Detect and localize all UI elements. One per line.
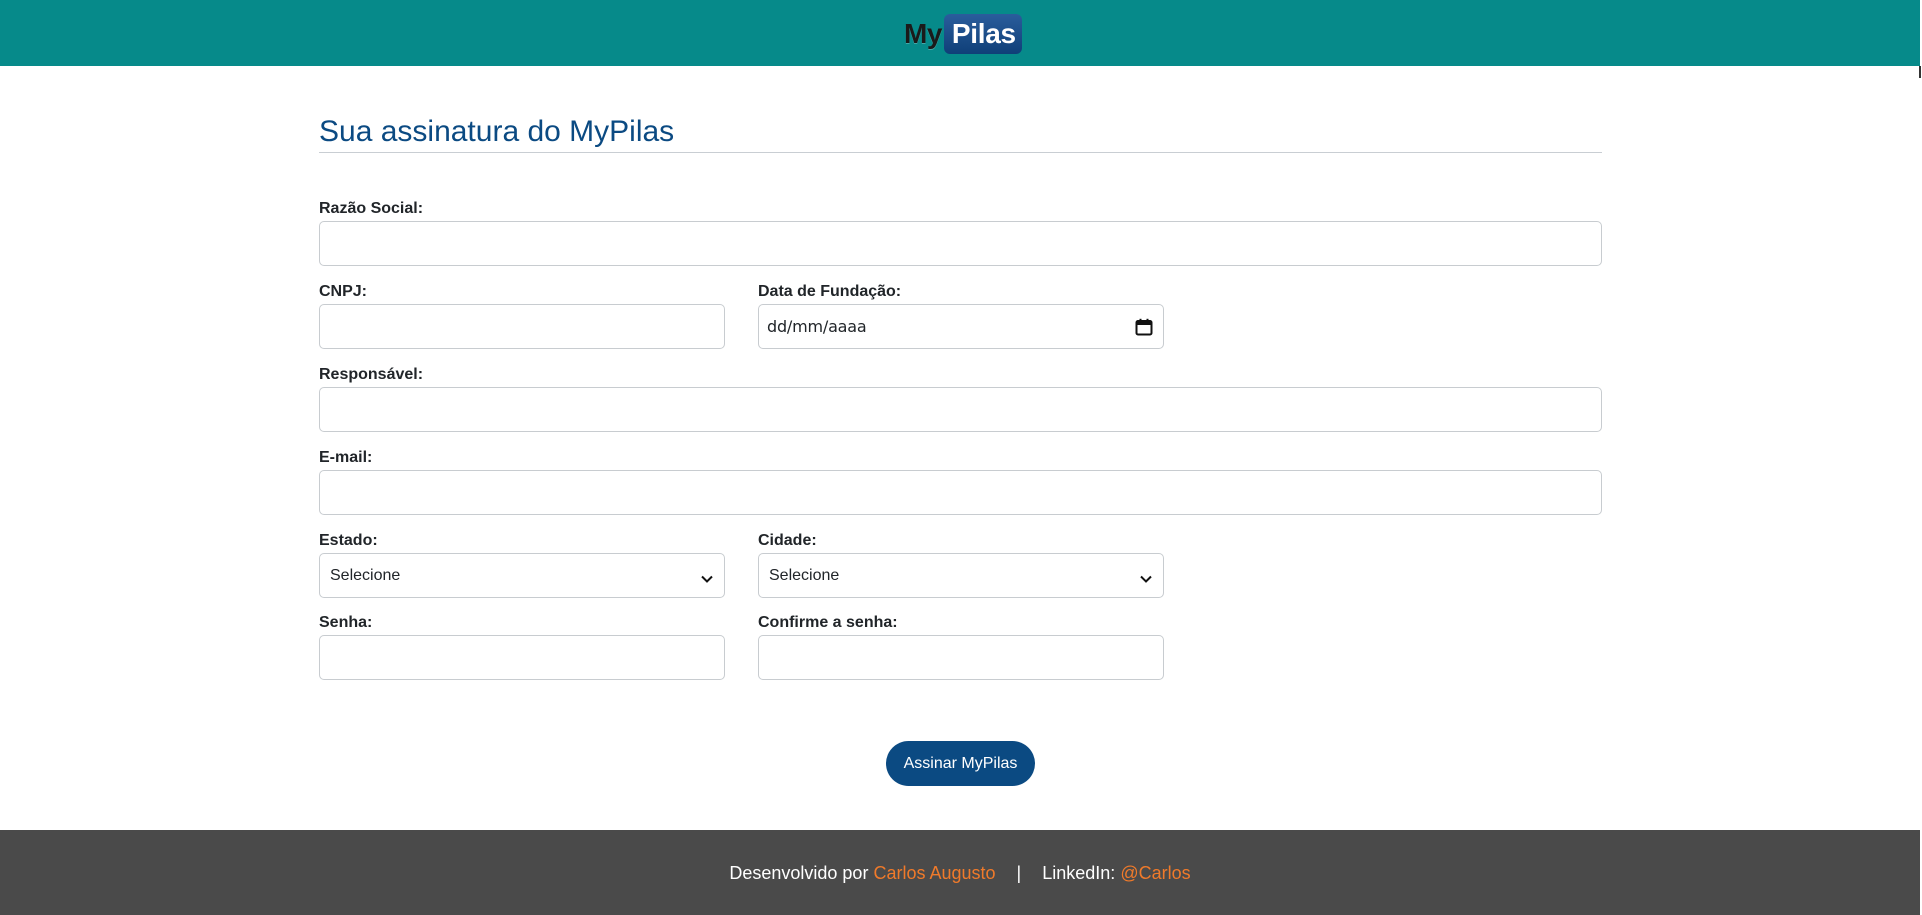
estado-label: Estado:: [319, 532, 378, 549]
estado-selected-value: Selecione: [330, 566, 401, 584]
cnpj-label: CNPJ:: [319, 283, 368, 300]
date-placeholder: dd/mm/aaaa: [767, 317, 867, 336]
responsavel-label: Responsável:: [319, 366, 424, 383]
footer-separator: |: [1016, 863, 1022, 883]
razao-social-label: Razão Social:: [319, 200, 424, 217]
calendar-icon[interactable]: [1135, 318, 1153, 336]
email-label: E-mail:: [319, 449, 373, 466]
footer-credits: Desenvolvido por Carlos Augusto | Linked…: [0, 862, 1920, 884]
page-title: Sua assinatura do MyPilas: [319, 115, 675, 148]
email-input[interactable]: [319, 470, 1602, 515]
responsavel-input[interactable]: [319, 387, 1602, 432]
title-divider: [319, 152, 1602, 153]
data-fundacao-input[interactable]: dd/mm/aaaa: [758, 304, 1164, 349]
confirme-senha-label: Confirme a senha:: [758, 614, 898, 631]
top-header: My Pilas: [0, 0, 1920, 66]
mypilas-logo[interactable]: My Pilas: [904, 14, 1022, 54]
logo-pilas-text: Pilas: [943, 14, 1022, 54]
chevron-down-icon: [700, 571, 714, 583]
cidade-select[interactable]: Selecione: [758, 553, 1164, 598]
estado-select[interactable]: Selecione: [319, 553, 725, 598]
chevron-down-icon: [1139, 571, 1153, 583]
senha-label: Senha:: [319, 614, 373, 631]
cnpj-input[interactable]: [319, 304, 725, 349]
scrollbar-indicator: [1919, 66, 1921, 78]
data-fundacao-label: Data de Fundação:: [758, 283, 902, 300]
confirme-senha-input[interactable]: [758, 635, 1164, 680]
assinar-mypilas-button[interactable]: Assinar MyPilas: [886, 741, 1035, 786]
logo-my-text: My: [904, 18, 942, 49]
linkedin-handle-link[interactable]: @Carlos: [1120, 863, 1190, 883]
footer-linkedin-prefix: LinkedIn:: [1042, 863, 1116, 883]
footer-developed-by: Desenvolvido por: [729, 863, 869, 883]
razao-social-input[interactable]: [319, 221, 1602, 266]
cidade-selected-value: Selecione: [769, 566, 840, 584]
senha-input[interactable]: [319, 635, 725, 680]
cidade-label: Cidade:: [758, 532, 817, 549]
page-footer: Desenvolvido por Carlos Augusto | Linked…: [0, 830, 1920, 915]
developer-name-link[interactable]: Carlos Augusto: [873, 863, 995, 883]
